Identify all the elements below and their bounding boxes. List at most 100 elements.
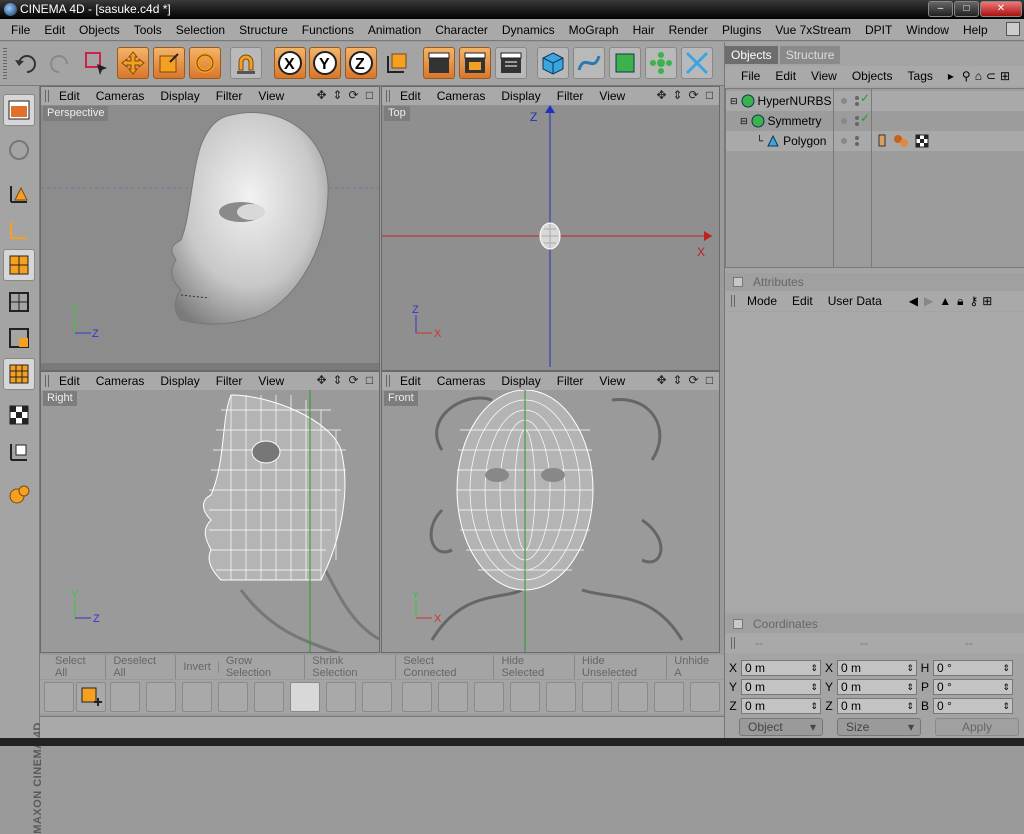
tool-optimize-icon[interactable] [690, 682, 720, 712]
vp-menu-display[interactable]: Display [501, 374, 540, 388]
menu-structure[interactable]: Structure [232, 23, 295, 37]
orbit-icon[interactable]: ⟳ [687, 89, 700, 102]
texture-mode-icon[interactable] [3, 134, 35, 166]
vp-menu-filter[interactable]: Filter [216, 374, 243, 388]
x-axis-icon[interactable]: X [274, 47, 306, 79]
tool-triangulate-icon[interactable] [618, 682, 648, 712]
undo-icon[interactable] [10, 47, 42, 79]
nurbs-icon[interactable] [609, 47, 641, 79]
select-icon[interactable] [80, 47, 112, 79]
vp-menu-filter[interactable]: Filter [557, 89, 584, 103]
dolly-icon[interactable]: ⇕ [331, 89, 344, 102]
deformer-icon[interactable] [681, 47, 713, 79]
menu-tools[interactable]: Tools [127, 23, 169, 37]
tool-mirror-icon[interactable] [326, 682, 356, 712]
list-item[interactable]: ⊟ Symmetry [726, 111, 1024, 131]
menu-help[interactable]: Help [956, 23, 995, 37]
shrink-selection-button[interactable]: Shrink Selection [305, 655, 397, 679]
layout-icon[interactable] [3, 94, 35, 126]
tool-subdivide-icon[interactable] [546, 682, 576, 712]
vp-menu-cameras[interactable]: Cameras [437, 374, 486, 388]
position-y-field[interactable]: 0 m [741, 678, 821, 695]
tool-align-icon[interactable] [510, 682, 540, 712]
layout-menu-icon[interactable] [1006, 22, 1020, 36]
render-view-icon[interactable] [423, 47, 455, 79]
pan-icon[interactable]: ✥ [315, 89, 328, 102]
toolbar-grip[interactable] [3, 48, 7, 80]
tool-move-icon[interactable] [402, 682, 432, 712]
vp-menu-cameras[interactable]: Cameras [96, 374, 145, 388]
animation-mode-icon[interactable] [3, 358, 35, 390]
move-icon[interactable] [117, 47, 149, 79]
enabled-check-icon[interactable]: ✓ [860, 91, 870, 105]
invert-button[interactable]: Invert [176, 661, 219, 673]
menu-character[interactable]: Character [428, 23, 495, 37]
tool-split-icon[interactable] [582, 682, 612, 712]
render-settings-icon[interactable] [495, 47, 527, 79]
unhide-all-button[interactable]: Unhide A [667, 655, 724, 679]
z-axis-icon[interactable]: Z [345, 47, 377, 79]
coord-size-select[interactable]: Size ▾ [837, 718, 921, 736]
menu-window[interactable]: Window [899, 23, 956, 37]
tool-untriangulate-icon[interactable] [654, 682, 684, 712]
array-icon[interactable] [645, 47, 677, 79]
minimize-button[interactable]: – [928, 1, 953, 17]
key-icon[interactable]: ⚷ [970, 294, 979, 308]
maximize-view-icon[interactable]: □ [363, 89, 376, 102]
tool-knife-icon[interactable] [218, 682, 248, 712]
maximize-view-icon[interactable]: □ [363, 374, 376, 387]
workplane-icon[interactable] [3, 436, 35, 468]
vp-menu-view[interactable]: View [599, 374, 625, 388]
tool-bridge-icon[interactable] [110, 682, 140, 712]
list-item[interactable]: ⊟ HyperNURBS [726, 91, 1024, 111]
menu-file[interactable]: File [4, 23, 37, 37]
home-icon[interactable]: ⌂ [975, 69, 982, 83]
vp-menu-view[interactable]: View [258, 89, 284, 103]
vp-menu-edit[interactable]: Edit [59, 374, 80, 388]
viewport-front[interactable]: Edit Cameras Display Filter View ✥ ⇕ ⟳ □ Fr… [381, 371, 720, 653]
hide-selected-button[interactable]: Hide Selected [494, 655, 576, 679]
tool-cut-icon[interactable] [254, 682, 284, 712]
tool-weld-icon[interactable] [362, 682, 392, 712]
scale-icon[interactable] [153, 47, 185, 79]
deselect-all-button[interactable]: Deselect All [106, 655, 177, 679]
spline-icon[interactable] [573, 47, 605, 79]
forward-arrow-icon[interactable]: ▶ [924, 294, 933, 308]
size-y-field[interactable]: 0 m [837, 678, 917, 695]
orbit-icon[interactable]: ⟳ [347, 89, 360, 102]
select-connected-button[interactable]: Select Connected [396, 655, 495, 679]
vp-menu-edit[interactable]: Edit [400, 89, 421, 103]
dolly-icon[interactable]: ⇕ [671, 89, 684, 102]
render-picture-viewer-icon[interactable] [459, 47, 491, 79]
sculpt-icon[interactable] [3, 478, 35, 510]
coord-mode-select[interactable]: Object ▾ [739, 718, 823, 736]
rotation-h-field[interactable]: 0 ° [933, 659, 1013, 676]
vp-menu-cameras[interactable]: Cameras [96, 89, 145, 103]
attr-menu-edit[interactable]: Edit [792, 294, 813, 308]
pan-icon[interactable]: ✥ [655, 89, 668, 102]
search-icon[interactable]: ⚲ [962, 69, 971, 83]
tool-extrude-inner-icon[interactable] [182, 682, 212, 712]
new-window-icon[interactable]: ⊞ [982, 294, 992, 308]
position-x-field[interactable]: 0 m [741, 659, 821, 676]
points-mode-icon[interactable] [3, 178, 35, 210]
attr-menu-mode[interactable]: Mode [747, 294, 777, 308]
pan-icon[interactable]: ✥ [655, 374, 668, 387]
menu-render[interactable]: Render [662, 23, 715, 37]
attributes-header[interactable]: Attributes [725, 273, 1024, 291]
menu-plugins[interactable]: Plugins [715, 23, 768, 37]
menu-dynamics[interactable]: Dynamics [495, 23, 562, 37]
grow-selection-button[interactable]: Grow Selection [219, 655, 306, 679]
tool-extrude-icon[interactable] [146, 682, 176, 712]
vp-menu-filter[interactable]: Filter [557, 374, 584, 388]
model-mode-icon[interactable] [3, 286, 35, 318]
menu-functions[interactable]: Functions [295, 23, 361, 37]
redo-icon[interactable] [44, 47, 76, 79]
magnet-icon[interactable] [230, 47, 262, 79]
tool-scale-icon[interactable] [438, 682, 468, 712]
attr-menu-user-data[interactable]: User Data [828, 294, 882, 308]
pan-icon[interactable]: ✥ [315, 374, 328, 387]
hide-unselected-button[interactable]: Hide Unselected [575, 655, 668, 679]
coordinate-system-icon[interactable] [381, 47, 413, 79]
obj-menu-view[interactable]: View [811, 69, 837, 83]
